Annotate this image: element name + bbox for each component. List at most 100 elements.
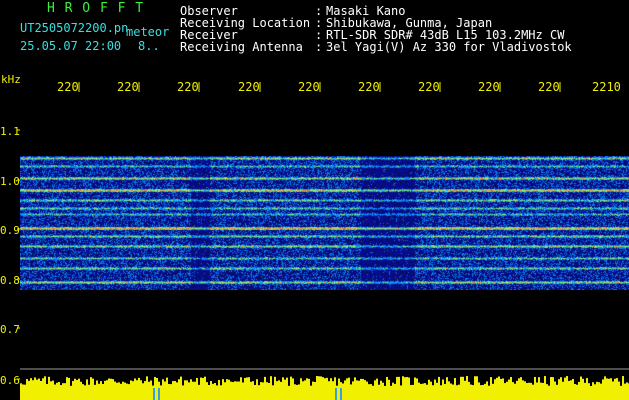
- power-bar: [494, 379, 496, 400]
- power-bar: [548, 385, 550, 400]
- x-tick-label: 220: [57, 80, 79, 94]
- power-bar: [304, 380, 306, 400]
- power-bar: [234, 381, 236, 400]
- power-bar: [86, 379, 88, 400]
- power-bar: [288, 385, 290, 400]
- power-bar: [88, 384, 90, 400]
- power-bar: [172, 381, 174, 400]
- power-bar: [604, 376, 606, 400]
- x-tick-label: 220: [238, 80, 260, 94]
- power-bar: [324, 378, 326, 400]
- power-bar: [34, 377, 36, 400]
- power-bar: [56, 382, 58, 400]
- power-bar: [544, 376, 546, 400]
- power-bar: [464, 380, 466, 400]
- power-bar: [598, 382, 600, 400]
- power-bar: [414, 377, 416, 400]
- power-bar: [436, 382, 438, 400]
- power-bar: [78, 378, 80, 400]
- power-bar: [592, 382, 594, 400]
- power-bar: [20, 383, 22, 400]
- power-bar: [382, 382, 384, 400]
- power-bar: [492, 383, 494, 400]
- y-tick-marks: [17, 129, 20, 380]
- power-bar: [360, 378, 362, 400]
- power-bar: [44, 376, 46, 400]
- power-bar: [418, 382, 420, 400]
- y-axis-unit: kHz: [1, 73, 21, 86]
- power-bar: [562, 381, 564, 400]
- power-bar: [238, 381, 240, 400]
- power-bar: [614, 378, 616, 400]
- power-bar: [200, 377, 202, 400]
- power-bar: [512, 382, 514, 400]
- power-bar: [118, 382, 120, 400]
- power-bar: [558, 379, 560, 400]
- power-bar: [618, 381, 620, 400]
- power-bar: [166, 377, 168, 400]
- power-bar: [194, 381, 196, 400]
- power-bar: [460, 376, 462, 400]
- power-bar: [398, 376, 400, 400]
- power-bar: [520, 377, 522, 400]
- power-bar: [280, 381, 282, 400]
- power-bar: [532, 384, 534, 400]
- power-bar: [466, 376, 468, 400]
- power-bar: [586, 378, 588, 400]
- power-bar: [566, 376, 568, 400]
- power-bar: [456, 385, 458, 400]
- power-bar: [54, 384, 56, 400]
- power-bar: [552, 377, 554, 400]
- power-bar: [386, 376, 388, 400]
- power-bar: [420, 384, 422, 400]
- power-bar: [230, 381, 232, 400]
- power-bar: [104, 380, 106, 400]
- power-bar: [198, 384, 200, 400]
- power-marker: [335, 388, 337, 400]
- power-bar: [322, 377, 324, 400]
- power-bar: [62, 383, 64, 400]
- power-bar: [400, 385, 402, 400]
- power-bar: [144, 381, 146, 400]
- power-bar: [424, 383, 426, 400]
- power-bar: [422, 383, 424, 400]
- power-bar: [254, 384, 256, 400]
- power-bar: [560, 377, 562, 400]
- power-bar: [180, 376, 182, 400]
- power-bar: [506, 381, 508, 400]
- power-bar: [554, 381, 556, 400]
- power-bar: [452, 384, 454, 400]
- power-bar: [472, 385, 474, 400]
- power-bar: [352, 381, 354, 400]
- power-bar: [622, 376, 624, 400]
- power-bar: [38, 378, 40, 400]
- y-tick-label: 1.0: [0, 175, 20, 188]
- power-bar: [310, 385, 312, 400]
- power-bar: [330, 378, 332, 400]
- power-bar: [122, 381, 124, 400]
- power-bar: [542, 382, 544, 400]
- power-bar: [478, 382, 480, 400]
- power-bar: [142, 383, 144, 400]
- power-bar: [328, 381, 330, 400]
- power-bar: [486, 381, 488, 400]
- power-bar: [326, 377, 328, 400]
- x-tick-label: 2210: [592, 80, 621, 94]
- power-bar: [516, 380, 518, 400]
- axis-layer: 220 220 220 220 220 220 220 220 220 2210…: [0, 73, 629, 387]
- power-bar: [278, 380, 280, 400]
- power-bar: [534, 376, 536, 400]
- power-bar: [36, 379, 38, 400]
- power-bar: [232, 382, 234, 400]
- power-bar: [42, 378, 44, 400]
- power-bar: [354, 377, 356, 400]
- power-bar: [156, 377, 158, 400]
- power-bar: [346, 378, 348, 400]
- power-bar: [378, 384, 380, 400]
- power-marker: [158, 388, 160, 400]
- power-bar: [458, 384, 460, 400]
- power-bar: [52, 380, 54, 400]
- power-bar: [412, 384, 414, 400]
- power-bar: [260, 382, 262, 400]
- power-bar: [100, 381, 102, 400]
